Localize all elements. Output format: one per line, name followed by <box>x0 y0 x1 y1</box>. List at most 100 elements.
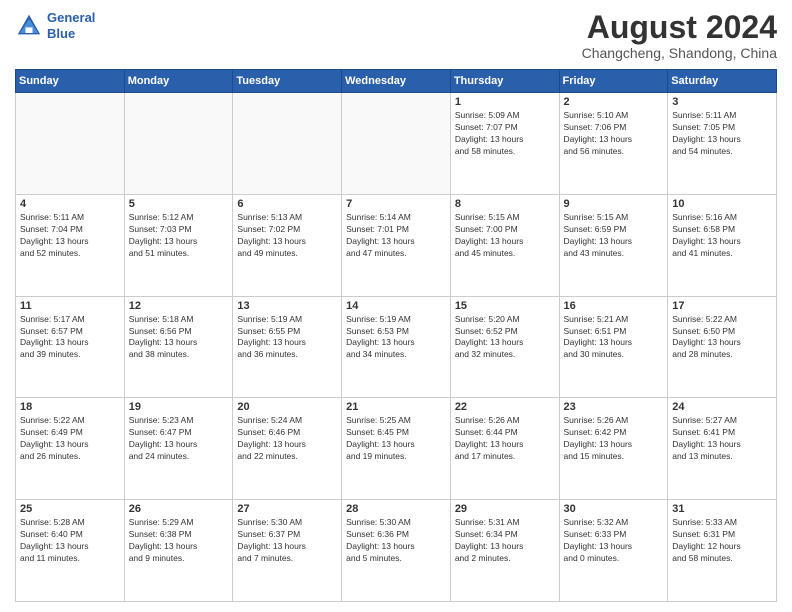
day-detail: Sunrise: 5:22 AM Sunset: 6:49 PM Dayligh… <box>20 415 120 463</box>
weekday-saturday: Saturday <box>668 70 777 93</box>
day-cell: 8Sunrise: 5:15 AM Sunset: 7:00 PM Daylig… <box>450 194 559 296</box>
day-number: 17 <box>672 300 772 312</box>
day-cell: 23Sunrise: 5:26 AM Sunset: 6:42 PM Dayli… <box>559 398 668 500</box>
day-number: 14 <box>346 300 446 312</box>
week-row-1: 4Sunrise: 5:11 AM Sunset: 7:04 PM Daylig… <box>16 194 777 296</box>
day-number: 15 <box>455 300 555 312</box>
day-detail: Sunrise: 5:13 AM Sunset: 7:02 PM Dayligh… <box>237 212 337 260</box>
day-cell: 7 Sunrise: 5:14 AM Sunset: 7:01 PM Daylig… <box>342 194 451 296</box>
day-cell: 1 Sunrise: 5:09 AM Sunset: 7:07 PM Daylig… <box>450 93 559 195</box>
logo-line1: General <box>47 10 95 25</box>
title-block: August 2024 Changcheng, Shandong, China <box>582 10 777 61</box>
calendar-table: SundayMondayTuesdayWednesdayThursdayFrid… <box>15 69 777 602</box>
day-number: 18 <box>20 401 120 413</box>
logo-text: General Blue <box>47 10 95 41</box>
weekday-tuesday: Tuesday <box>233 70 342 93</box>
day-cell: 12 Sunrise: 5:18 AM Sunset: 6:56 PM Dayli… <box>124 296 233 398</box>
day-cell: 31 Sunrise: 5:33 AM Sunset: 6:31 PM Dayli… <box>668 500 777 602</box>
day-cell <box>342 93 451 195</box>
day-detail: Sunrise: 5:30 AM Sunset: 6:37 PM Dayligh… <box>237 517 337 565</box>
day-number: 29 <box>455 503 555 515</box>
day-detail: Sunrise: 5:30 AM Sunset: 6:36 PM Dayligh… <box>346 517 446 565</box>
day-number: 8 <box>455 198 555 210</box>
day-number: 31 <box>672 503 772 515</box>
day-number: 27 <box>237 503 337 515</box>
day-number: 1 <box>455 96 555 108</box>
day-cell: 26 Sunrise: 5:29 AM Sunset: 6:38 PM Dayli… <box>124 500 233 602</box>
day-cell: 29 Sunrise: 5:31 AM Sunset: 6:34 PM Dayli… <box>450 500 559 602</box>
day-detail: Sunrise: 5:17 AM Sunset: 6:57 PM Dayligh… <box>20 314 120 362</box>
day-detail: Sunrise: 5:11 AM Sunset: 7:05 PM Dayligh… <box>672 110 772 158</box>
day-detail: Sunrise: 5:33 AM Sunset: 6:31 PM Dayligh… <box>672 517 772 565</box>
day-detail: Sunrise: 5:28 AM Sunset: 6:40 PM Dayligh… <box>20 517 120 565</box>
day-detail: Sunrise: 5:29 AM Sunset: 6:38 PM Dayligh… <box>129 517 229 565</box>
header: General Blue August 2024 Changcheng, Sha… <box>15 10 777 61</box>
day-number: 20 <box>237 401 337 413</box>
day-cell: 27 Sunrise: 5:30 AM Sunset: 6:37 PM Dayli… <box>233 500 342 602</box>
day-number: 19 <box>129 401 229 413</box>
day-cell: 19 Sunrise: 5:23 AM Sunset: 6:47 PM Dayli… <box>124 398 233 500</box>
subtitle: Changcheng, Shandong, China <box>582 45 777 61</box>
day-number: 9 <box>564 198 664 210</box>
calendar-body: 1 Sunrise: 5:09 AM Sunset: 7:07 PM Daylig… <box>16 93 777 602</box>
day-cell: 25Sunrise: 5:28 AM Sunset: 6:40 PM Dayli… <box>16 500 125 602</box>
weekday-wednesday: Wednesday <box>342 70 451 93</box>
day-cell: 4Sunrise: 5:11 AM Sunset: 7:04 PM Daylig… <box>16 194 125 296</box>
day-detail: Sunrise: 5:10 AM Sunset: 7:06 PM Dayligh… <box>564 110 664 158</box>
day-number: 5 <box>129 198 229 210</box>
day-detail: Sunrise: 5:23 AM Sunset: 6:47 PM Dayligh… <box>129 415 229 463</box>
day-number: 3 <box>672 96 772 108</box>
weekday-thursday: Thursday <box>450 70 559 93</box>
day-number: 10 <box>672 198 772 210</box>
day-number: 6 <box>237 198 337 210</box>
logo-icon <box>15 12 43 40</box>
day-detail: Sunrise: 5:31 AM Sunset: 6:34 PM Dayligh… <box>455 517 555 565</box>
day-detail: Sunrise: 5:18 AM Sunset: 6:56 PM Dayligh… <box>129 314 229 362</box>
day-cell: 5 Sunrise: 5:12 AM Sunset: 7:03 PM Daylig… <box>124 194 233 296</box>
week-row-2: 11 Sunrise: 5:17 AM Sunset: 6:57 PM Dayli… <box>16 296 777 398</box>
day-cell <box>233 93 342 195</box>
day-detail: Sunrise: 5:24 AM Sunset: 6:46 PM Dayligh… <box>237 415 337 463</box>
day-cell: 20 Sunrise: 5:24 AM Sunset: 6:46 PM Dayli… <box>233 398 342 500</box>
day-number: 23 <box>564 401 664 413</box>
day-number: 21 <box>346 401 446 413</box>
day-number: 2 <box>564 96 664 108</box>
day-number: 13 <box>237 300 337 312</box>
day-number: 7 <box>346 198 446 210</box>
day-detail: Sunrise: 5:12 AM Sunset: 7:03 PM Dayligh… <box>129 212 229 260</box>
logo-line2: Blue <box>47 26 75 41</box>
day-cell: 30Sunrise: 5:32 AM Sunset: 6:33 PM Dayli… <box>559 500 668 602</box>
day-number: 26 <box>129 503 229 515</box>
calendar-header: SundayMondayTuesdayWednesdayThursdayFrid… <box>16 70 777 93</box>
day-number: 12 <box>129 300 229 312</box>
day-cell <box>16 93 125 195</box>
week-row-3: 18 Sunrise: 5:22 AM Sunset: 6:49 PM Dayli… <box>16 398 777 500</box>
week-row-4: 25Sunrise: 5:28 AM Sunset: 6:40 PM Dayli… <box>16 500 777 602</box>
day-cell <box>124 93 233 195</box>
day-cell: 15 Sunrise: 5:20 AM Sunset: 6:52 PM Dayli… <box>450 296 559 398</box>
day-cell: 24Sunrise: 5:27 AM Sunset: 6:41 PM Dayli… <box>668 398 777 500</box>
day-cell: 10Sunrise: 5:16 AM Sunset: 6:58 PM Dayli… <box>668 194 777 296</box>
day-cell: 17Sunrise: 5:22 AM Sunset: 6:50 PM Dayli… <box>668 296 777 398</box>
day-detail: Sunrise: 5:27 AM Sunset: 6:41 PM Dayligh… <box>672 415 772 463</box>
day-detail: Sunrise: 5:20 AM Sunset: 6:52 PM Dayligh… <box>455 314 555 362</box>
day-detail: Sunrise: 5:32 AM Sunset: 6:33 PM Dayligh… <box>564 517 664 565</box>
day-number: 11 <box>20 300 120 312</box>
day-cell: 2 Sunrise: 5:10 AM Sunset: 7:06 PM Daylig… <box>559 93 668 195</box>
day-number: 22 <box>455 401 555 413</box>
day-cell: 14Sunrise: 5:19 AM Sunset: 6:53 PM Dayli… <box>342 296 451 398</box>
main-title: August 2024 <box>582 10 777 45</box>
day-detail: Sunrise: 5:09 AM Sunset: 7:07 PM Dayligh… <box>455 110 555 158</box>
day-detail: Sunrise: 5:15 AM Sunset: 6:59 PM Dayligh… <box>564 212 664 260</box>
weekday-friday: Friday <box>559 70 668 93</box>
day-cell: 11 Sunrise: 5:17 AM Sunset: 6:57 PM Dayli… <box>16 296 125 398</box>
day-number: 4 <box>20 198 120 210</box>
day-cell: 9 Sunrise: 5:15 AM Sunset: 6:59 PM Daylig… <box>559 194 668 296</box>
page: General Blue August 2024 Changcheng, Sha… <box>0 0 792 612</box>
day-cell: 16 Sunrise: 5:21 AM Sunset: 6:51 PM Dayli… <box>559 296 668 398</box>
day-detail: Sunrise: 5:21 AM Sunset: 6:51 PM Dayligh… <box>564 314 664 362</box>
day-detail: Sunrise: 5:14 AM Sunset: 7:01 PM Dayligh… <box>346 212 446 260</box>
day-cell: 21Sunrise: 5:25 AM Sunset: 6:45 PM Dayli… <box>342 398 451 500</box>
day-number: 16 <box>564 300 664 312</box>
day-cell: 18 Sunrise: 5:22 AM Sunset: 6:49 PM Dayli… <box>16 398 125 500</box>
